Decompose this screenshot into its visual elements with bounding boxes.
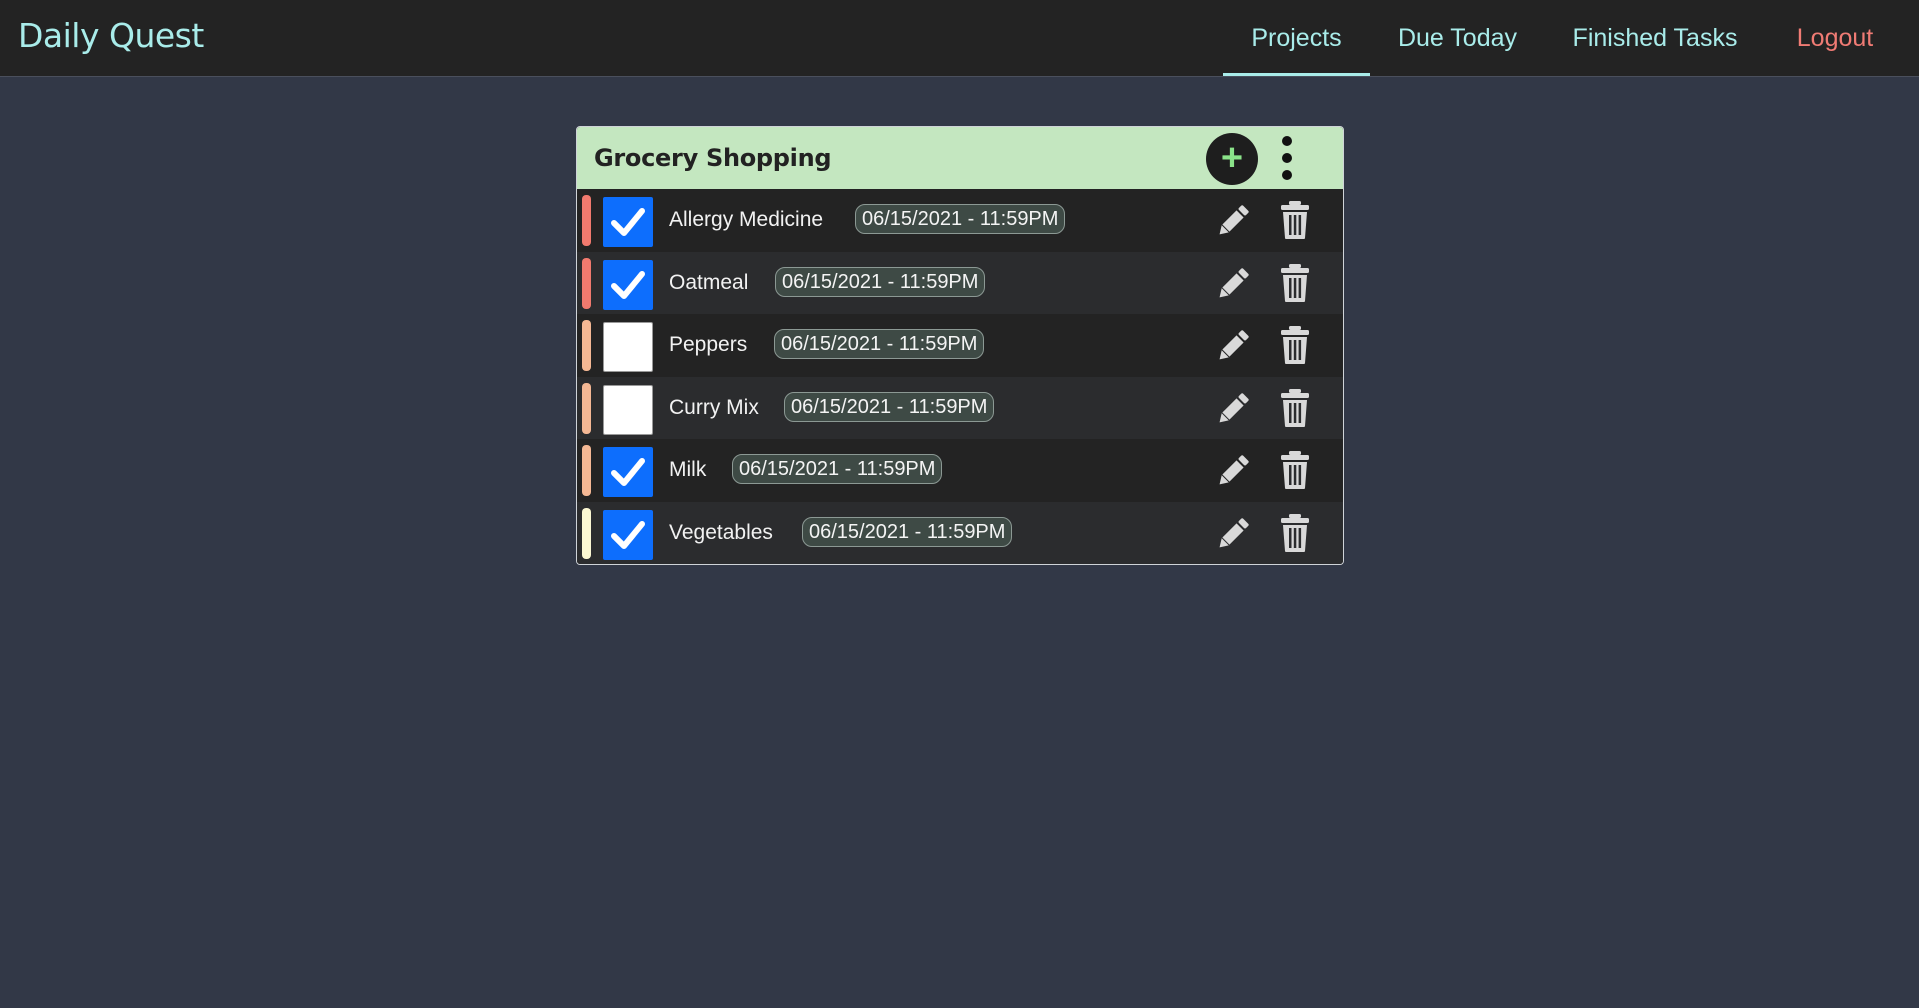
- edit-task-button[interactable]: [1213, 326, 1253, 366]
- due-date-badge: 06/15/2021 - 11:59PM: [855, 204, 1066, 234]
- task-row: Vegetables 06/15/2021 - 11:59PM: [577, 502, 1343, 564]
- project-menu-button[interactable]: [1272, 136, 1302, 182]
- delete-task-button[interactable]: [1279, 513, 1311, 553]
- priority-indicator: [582, 320, 591, 371]
- edit-task-button[interactable]: [1213, 389, 1253, 429]
- nav-due-today[interactable]: Due Today: [1385, 0, 1530, 76]
- trash-icon: [1279, 201, 1311, 244]
- pencil-icon: [1213, 330, 1253, 370]
- delete-task-button[interactable]: [1279, 388, 1311, 428]
- task-name: Vegetables: [669, 521, 773, 544]
- pencil-icon: [1213, 455, 1253, 495]
- nav-projects[interactable]: Projects: [1223, 0, 1370, 76]
- due-date-badge: 06/15/2021 - 11:59PM: [775, 267, 986, 297]
- task-checkbox[interactable]: [603, 260, 653, 310]
- priority-indicator: [582, 445, 591, 496]
- add-task-button[interactable]: +: [1206, 133, 1258, 185]
- trash-icon: [1279, 451, 1311, 494]
- brand-logo[interactable]: Daily Quest: [18, 16, 204, 55]
- trash-icon: [1279, 514, 1311, 557]
- task-name: Allergy Medicine: [669, 208, 824, 231]
- pencil-icon: [1213, 393, 1253, 433]
- project-title: Grocery Shopping: [594, 144, 832, 172]
- task-checkbox[interactable]: [603, 197, 653, 247]
- edit-task-button[interactable]: [1213, 201, 1253, 241]
- due-date-badge: 06/15/2021 - 11:59PM: [802, 517, 1013, 547]
- priority-indicator: [582, 508, 591, 559]
- delete-task-button[interactable]: [1279, 200, 1311, 240]
- pencil-icon: [1213, 518, 1253, 558]
- trash-icon: [1279, 326, 1311, 369]
- nav-finished-tasks[interactable]: Finished Tasks: [1560, 0, 1750, 76]
- task-checkbox[interactable]: [603, 385, 653, 435]
- nav-logout[interactable]: Logout: [1780, 0, 1890, 76]
- delete-task-button[interactable]: [1279, 263, 1311, 303]
- task-row: Peppers 06/15/2021 - 11:59PM: [577, 314, 1343, 376]
- trash-icon: [1279, 264, 1311, 307]
- task-row: Allergy Medicine 06/15/2021 - 11:59PM: [577, 189, 1343, 251]
- pencil-icon: [1213, 205, 1253, 245]
- vertical-dots-icon: [1282, 136, 1292, 146]
- task-checkbox[interactable]: [603, 447, 653, 497]
- task-row: Curry Mix 06/15/2021 - 11:59PM: [577, 377, 1343, 439]
- pencil-icon: [1213, 268, 1253, 308]
- project-header: Grocery Shopping +: [577, 127, 1343, 189]
- task-name: Peppers: [669, 333, 748, 356]
- task-name: Oatmeal: [669, 271, 749, 294]
- task-checkbox[interactable]: [603, 510, 653, 560]
- delete-task-button[interactable]: [1279, 325, 1311, 365]
- due-date-badge: 06/15/2021 - 11:59PM: [732, 454, 943, 484]
- priority-indicator: [582, 258, 591, 309]
- due-date-badge: 06/15/2021 - 11:59PM: [784, 392, 995, 422]
- task-row: Milk 06/15/2021 - 11:59PM: [577, 439, 1343, 501]
- plus-icon: +: [1220, 137, 1244, 179]
- due-date-badge: 06/15/2021 - 11:59PM: [774, 329, 985, 359]
- task-row: Oatmeal 06/15/2021 - 11:59PM: [577, 252, 1343, 314]
- edit-task-button[interactable]: [1213, 451, 1253, 491]
- edit-task-button[interactable]: [1213, 514, 1253, 554]
- navbar: Daily Quest Projects Due Today Finished …: [0, 0, 1919, 77]
- priority-indicator: [582, 195, 591, 246]
- project-card: Grocery Shopping + Allergy Medicine 06/15…: [576, 126, 1344, 565]
- task-name: Milk: [669, 458, 707, 481]
- edit-task-button[interactable]: [1213, 264, 1253, 304]
- trash-icon: [1279, 389, 1311, 432]
- task-checkbox[interactable]: [603, 322, 653, 372]
- priority-indicator: [582, 383, 591, 434]
- delete-task-button[interactable]: [1279, 450, 1311, 490]
- task-name: Curry Mix: [669, 396, 759, 419]
